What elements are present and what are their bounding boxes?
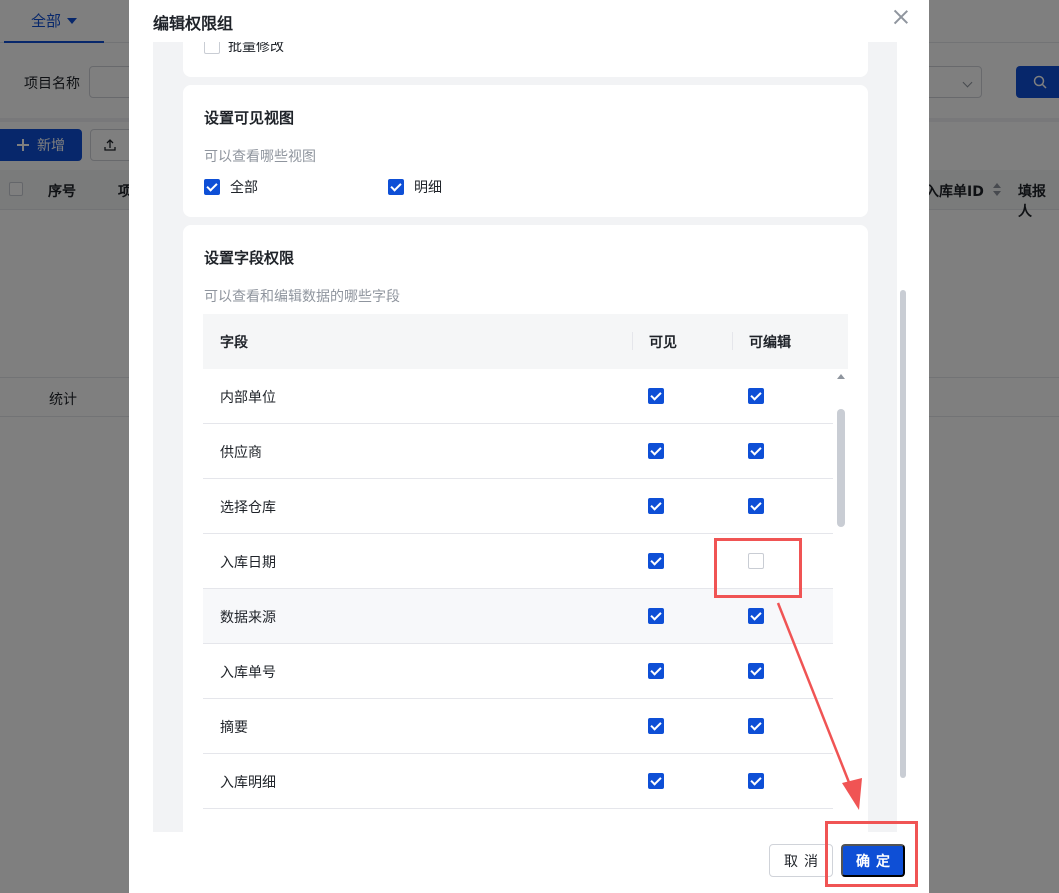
highlight-editable-cell	[714, 538, 802, 598]
view-all-checkbox[interactable]	[204, 179, 220, 195]
header-visible: 可见	[649, 335, 677, 351]
dialog-title: 编辑权限组	[153, 14, 234, 33]
cancel-button[interactable]: 取消	[769, 844, 833, 877]
visible-checkbox[interactable]	[648, 443, 664, 459]
view-option-label: 明细	[414, 180, 442, 196]
field-name: 选择仓库	[220, 500, 276, 516]
close-icon[interactable]	[893, 9, 909, 25]
field-name: 数据来源	[220, 610, 276, 626]
header-separator	[732, 332, 733, 350]
view-option-detail[interactable]: 明细	[388, 177, 442, 197]
editable-checkbox[interactable]	[748, 663, 764, 679]
field-name: 入库明细	[220, 775, 276, 791]
table-row: 入库明细	[203, 754, 833, 809]
scroll-up-icon[interactable]	[837, 374, 845, 379]
field-name: 摘要	[220, 720, 248, 736]
field-name: 入库日期	[220, 555, 276, 571]
table-row: 摘要	[203, 699, 833, 754]
bulk-edit-card: 批量修改	[183, 42, 868, 77]
table-row: 供应商	[203, 424, 833, 479]
editable-checkbox[interactable]	[748, 773, 764, 789]
view-detail-checkbox[interactable]	[388, 179, 404, 195]
header-field: 字段	[220, 335, 248, 351]
editable-checkbox[interactable]	[748, 498, 764, 514]
visible-checkbox[interactable]	[648, 608, 664, 624]
visible-checkbox[interactable]	[648, 553, 664, 569]
field-permissions-subtitle: 可以查看和编辑数据的哪些字段	[204, 289, 400, 305]
table-row: 入库单号	[203, 644, 833, 699]
field-name: 供应商	[220, 445, 262, 461]
field-table-body: 内部单位供应商选择仓库入库日期数据来源入库单号摘要入库明细	[203, 369, 833, 832]
table-row: 内部单位	[203, 369, 833, 424]
visible-checkbox[interactable]	[648, 718, 664, 734]
table-scroll-thumb[interactable]	[837, 409, 845, 527]
bulk-edit-checkbox[interactable]	[204, 42, 220, 54]
view-option-label: 全部	[230, 180, 258, 196]
header-editable: 可编辑	[749, 335, 791, 351]
field-permissions-card: 设置字段权限 可以查看和编辑数据的哪些字段 字段 可见 可编辑 内部单位供应商选…	[183, 225, 868, 832]
editable-checkbox[interactable]	[748, 443, 764, 459]
visible-checkbox[interactable]	[648, 388, 664, 404]
table-row: 选择仓库	[203, 479, 833, 534]
visible-views-subtitle: 可以查看哪些视图	[204, 149, 316, 165]
visible-views-title: 设置可见视图	[204, 109, 295, 127]
bulk-edit-option[interactable]: 批量修改	[204, 42, 284, 54]
bulk-edit-label: 批量修改	[228, 42, 284, 52]
dialog-body: 批量修改 设置可见视图 可以查看哪些视图 全部 明细 设置字段权限 可以查看和编…	[153, 42, 897, 832]
highlight-confirm-button	[825, 821, 918, 887]
editable-checkbox[interactable]	[748, 608, 764, 624]
field-permissions-title: 设置字段权限	[204, 249, 295, 267]
editable-checkbox[interactable]	[748, 388, 764, 404]
visible-views-card: 设置可见视图 可以查看哪些视图 全部 明细	[183, 85, 868, 217]
header-separator	[632, 332, 633, 350]
visible-checkbox[interactable]	[648, 498, 664, 514]
dialog-scroll-thumb[interactable]	[900, 290, 906, 778]
edit-permission-group-dialog: 编辑权限组 批量修改 设置可见视图 可以查看哪些视图 全部 明细 设置字段权限 …	[129, 0, 929, 893]
visible-checkbox[interactable]	[648, 663, 664, 679]
visible-checkbox[interactable]	[648, 773, 664, 789]
editable-checkbox[interactable]	[748, 718, 764, 734]
field-table-header: 字段 可见 可编辑	[203, 314, 848, 369]
view-option-all[interactable]: 全部	[204, 177, 258, 197]
table-scrollbar[interactable]	[834, 369, 848, 832]
field-name: 内部单位	[220, 390, 276, 406]
field-name: 入库单号	[220, 665, 276, 681]
